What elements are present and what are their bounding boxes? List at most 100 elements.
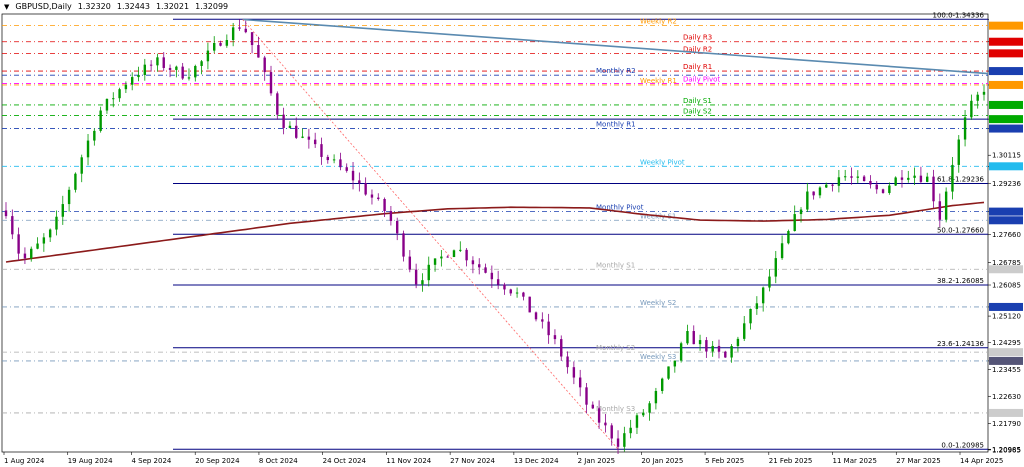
candle-body [162,57,165,68]
y-tick-label: 1.25120 [992,313,1021,321]
candle-body [635,415,639,428]
candle-body [698,340,702,345]
x-tick-label: 21 Feb 2025 [769,457,813,465]
candle-body [48,229,52,238]
candle-body [219,42,222,46]
candle-body [421,280,424,285]
level-label: 0.0-1.20985 [941,441,984,449]
level-label: 50.0-1.27660 [937,226,984,234]
candle-body [175,66,178,70]
candle-body [55,216,58,230]
candle-body [408,256,412,270]
candle-body [875,184,878,190]
y-tick-label: 1.30115 [992,152,1021,160]
candle-body [440,256,443,259]
level-label: Weekly Pivot [640,158,685,166]
level-price-box [989,216,1023,225]
candle-body [932,176,935,202]
x-tick-label: 8 Oct 2024 [259,457,298,465]
level-label: Weekly S3 [640,353,676,361]
level-price-box [989,348,1023,357]
candle-body [332,159,336,161]
x-tick-label: 1 Aug 2024 [4,457,45,465]
level-label: Monthly R1 [596,121,636,129]
y-tick-label: 1.27660 [992,231,1021,239]
candle-body [225,40,229,46]
candle-body [692,331,695,345]
candle-body [238,27,241,29]
x-tick-label: 27 Nov 2024 [450,457,495,465]
candle-body [276,93,279,115]
candle-body [597,408,601,423]
candle-body [124,84,128,90]
level-label: Weekly R2 [640,18,677,26]
x-tick-label: 4 Sep 2024 [131,457,171,465]
candle-body [768,276,771,288]
candle-body [970,100,973,118]
candle-body [629,427,632,434]
candle-body [900,177,904,180]
candle-body [257,45,260,58]
candle-body [181,66,184,79]
level-price-box [989,21,1023,30]
candle-body [263,57,266,73]
chart-root: ▼ GBPUSD,Daily 1.32320 1.32443 1.32021 1… [0,0,1024,467]
candle-body [856,176,860,178]
level-price-box [989,80,1023,89]
candle-body [74,173,77,190]
level-label: Daily Pivot [683,76,720,84]
level-price-box [989,408,1023,417]
candle-body [951,164,954,192]
level-label: Monthly S2 [596,344,635,352]
candle-body [812,191,815,196]
candle-body [547,321,550,336]
x-tick-label: 11 Nov 2024 [386,457,431,465]
candle-body [313,139,317,145]
level-price-box [989,356,1023,365]
candle-body [679,343,683,361]
candle-body [774,258,777,277]
level-price-box [989,265,1023,274]
candle-body [553,335,557,340]
candle-body [522,292,525,297]
candle-body [711,345,714,352]
candle-body [156,57,159,66]
candle-body [761,287,765,304]
x-tick-label: 13 Dec 2024 [514,457,559,465]
candle-body [642,412,645,416]
candle-body [825,184,828,188]
candle-body [787,231,790,244]
candle-body [465,249,468,261]
candle-body [578,377,582,388]
candle-body [99,110,102,131]
candle-body [364,183,367,195]
trendline [242,18,989,75]
level-price-box [989,67,1023,76]
candle-body [850,176,853,178]
candle-body [345,167,348,171]
level-label: Daily R3 [683,34,712,42]
candle-body [23,253,27,259]
candle-body [250,32,254,46]
candle-body [976,94,979,101]
candle-body [61,204,64,217]
candle-body [143,64,147,75]
candle-body [358,180,361,184]
candle-body [673,360,677,367]
level-price-box [989,207,1023,216]
level-label: Monthly S3 [596,405,635,413]
candle-body [717,345,721,352]
candle-body [213,42,216,51]
candle-body [149,64,153,66]
candle-body [414,269,418,285]
y-tick-label: 1.20965 [992,446,1021,454]
price-chart[interactable]: 1.343361.336391.327281.322961.312361.309… [0,0,1024,467]
candle-body [4,210,8,217]
candle-body [67,189,71,205]
candle-body [282,114,285,128]
candle-body [478,264,481,268]
candle-body [667,366,670,379]
candle-body [686,331,689,344]
x-tick-label: 24 Oct 2024 [323,457,367,465]
candle-body [244,28,247,33]
